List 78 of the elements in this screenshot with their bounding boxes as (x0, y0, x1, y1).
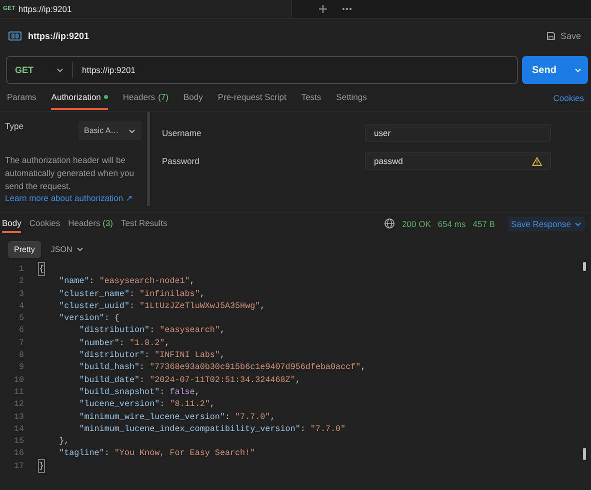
response-tab[interactable]: Cookies (29, 214, 60, 232)
plus-icon[interactable] (318, 4, 328, 14)
request-tab[interactable]: Pre-request Script (218, 86, 286, 110)
status-code: 200 OK (402, 218, 431, 228)
code-line: "minimum_lucene_index_compatibility_version": "7.7.0" (78, 422, 347, 436)
caret-icon (574, 220, 582, 228)
code-line: "version": { (58, 312, 120, 324)
code-line: "distributor": "INFINI Labs", (78, 349, 226, 362)
code-line: "build_date": "2024-07-11T02:51:34.324468Z", (78, 374, 302, 386)
view-tab[interactable]: Pretty (8, 240, 41, 258)
url-field[interactable]: https://ip:9201 (73, 65, 517, 75)
learn-more-link[interactable]: Learn more about authorization ↗ (5, 193, 134, 203)
auth-type-dropdown[interactable]: Basic A… (78, 121, 142, 140)
line-number: 6 (18, 324, 24, 337)
more-icon[interactable] (342, 7, 352, 11)
field-label: Username (162, 128, 202, 138)
save-response-button[interactable]: Save Response (508, 216, 585, 230)
code-line: "name": "easysearch-node1", (58, 275, 196, 288)
code-line: }, (58, 435, 70, 448)
code-line: } (39, 460, 46, 472)
caret-icon (76, 245, 84, 253)
response-tab[interactable]: Body (2, 214, 22, 232)
globe-icon[interactable] (384, 218, 396, 229)
line-number: 10 (14, 374, 24, 386)
line-number: 17 (14, 460, 24, 472)
caret-icon (574, 66, 582, 74)
line-number: 14 (14, 422, 24, 436)
scrollbar-thumb[interactable] (583, 448, 586, 460)
format-dropdown[interactable]: JSON (46, 240, 88, 258)
code-line: "distribution": "easysearch", (78, 324, 226, 337)
tab-title: https://ip:9201 (18, 4, 72, 14)
line-number: 7 (18, 336, 24, 350)
line-number: 15 (14, 435, 24, 448)
request-tab[interactable]: Params (7, 86, 36, 110)
code-line: "tagline": "You Know, For Easy Search!" (58, 447, 256, 460)
request-name: https://ip:9201 (28, 30, 90, 40)
line-number: 13 (14, 410, 24, 423)
line-number: 4 (18, 300, 24, 312)
code-line: "number": "1.8.2", (78, 336, 171, 350)
request-tab[interactable]: Settings (336, 86, 367, 110)
line-number: 3 (18, 288, 24, 300)
code-line: "lucene_version": "8.11.2", (78, 398, 216, 411)
response-tab[interactable]: Test Results (121, 214, 168, 232)
type-label: Type (5, 121, 24, 131)
code-line: "minimum_wire_lucene_version": "7.7.0", (78, 410, 276, 423)
line-number: 5 (18, 312, 24, 324)
line-number: 16 (14, 447, 24, 460)
code-line: "build_hash": "77368e93a0b30c915b6c1e9407d956dfeba0accf", (78, 361, 366, 374)
field-label: Password (162, 156, 200, 166)
request-tab[interactable]: Headers (7) (122, 86, 168, 110)
line-number: 11 (14, 386, 24, 398)
http-request-icon (8, 30, 22, 42)
save-icon (546, 30, 556, 40)
request-tab[interactable]: Authorization (51, 86, 108, 110)
line-number: 9 (18, 361, 24, 374)
code-line: "cluster_name": "infinilabs", (58, 288, 206, 300)
line-number: 8 (18, 349, 24, 362)
cookies-link[interactable]: Cookies (553, 92, 584, 102)
send-button[interactable]: Send (522, 56, 588, 84)
caret-icon (56, 66, 64, 74)
text-field[interactable]: user (365, 124, 551, 142)
response-tab[interactable]: Headers (3) (68, 214, 113, 232)
line-number: 12 (14, 398, 24, 411)
method-dropdown[interactable]: GET (7, 62, 73, 78)
save-button[interactable]: Save (544, 28, 583, 42)
caret-icon (128, 126, 136, 134)
code-line: "cluster_uuid": "1LtUzJZeTluWXwJ5A35Hwg", (58, 300, 266, 312)
line-number: 1 (18, 263, 24, 276)
text-field[interactable]: passwd (365, 152, 551, 170)
response-time: 654 ms (438, 218, 466, 228)
request-tab[interactable]: Body (183, 86, 203, 110)
response-size: 457 B (472, 218, 495, 228)
auth-description: The authorization header will be automatically generated when you send the request. (5, 154, 135, 193)
line-number: 2 (18, 275, 24, 288)
code-line: "build_snapshot": false, (78, 386, 201, 398)
scrollbar-thumb[interactable] (583, 262, 586, 271)
code-line: { (39, 263, 46, 276)
request-tab[interactable]: Tests (301, 86, 322, 110)
